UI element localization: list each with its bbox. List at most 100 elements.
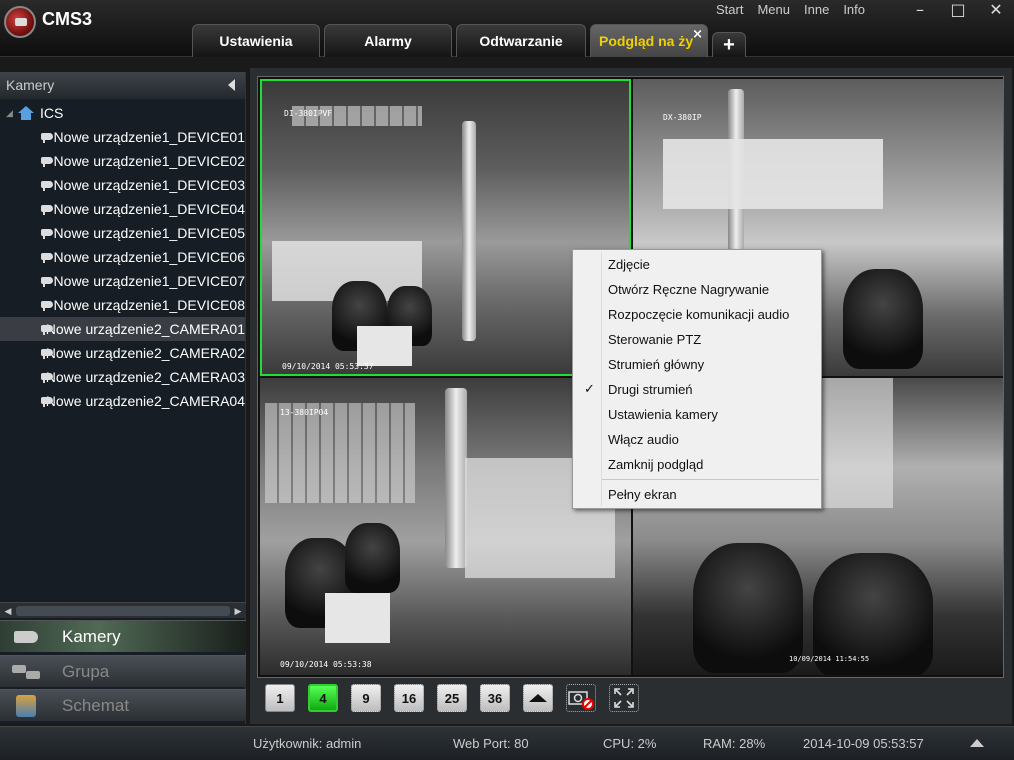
menu-item-label: Zdjęcie bbox=[608, 257, 650, 272]
fullscreen-button[interactable] bbox=[609, 684, 639, 712]
tree-item-camera[interactable]: Nowe urządzenie2_CAMERA01 bbox=[0, 317, 245, 341]
layout-toolbar: 1 4 9 16 25 36 bbox=[257, 680, 1004, 716]
tree-item-label: Nowe urządzenie2_CAMERA03 bbox=[45, 369, 245, 385]
scroll-thumb[interactable] bbox=[16, 606, 230, 616]
menu-item[interactable]: ✓ Drugi strumień bbox=[573, 377, 821, 402]
group-icon bbox=[10, 661, 46, 683]
menu-item[interactable]: Rozpoczęcie komunikacji audio bbox=[573, 302, 821, 327]
tree-item-camera[interactable]: Nowe urządzenie1_DEVICE05 bbox=[0, 221, 245, 245]
scene-table bbox=[325, 593, 390, 643]
scene-chair bbox=[345, 523, 400, 593]
tree-item-label: Nowe urządzenie1_DEVICE06 bbox=[53, 249, 245, 265]
add-tab-button[interactable]: + bbox=[712, 32, 746, 57]
tree-items: Nowe urządzenie1_DEVICE01 Nowe urządzenie… bbox=[0, 125, 245, 413]
menu-item-label: Ustawienia kamery bbox=[608, 407, 718, 422]
nav-grupa-button[interactable]: Grupa bbox=[0, 655, 246, 687]
tree-item-camera[interactable]: Nowe urządzenie1_DEVICE07 bbox=[0, 269, 245, 293]
collapse-arrow-icon[interactable] bbox=[228, 79, 235, 91]
tree-item-camera[interactable]: Nowe urządzenie1_DEVICE04 bbox=[0, 197, 245, 221]
horizontal-scrollbar[interactable]: ◀ ▶ bbox=[0, 602, 246, 618]
tree-item-camera[interactable]: Nowe urządzenie2_CAMERA02 bbox=[0, 341, 245, 365]
tree-item-camera[interactable]: Nowe urządzenie1_DEVICE08 bbox=[0, 293, 245, 317]
camera-icon bbox=[40, 131, 53, 143]
scene-table bbox=[357, 326, 412, 366]
tree-item-label: Nowe urządzenie1_DEVICE02 bbox=[53, 153, 245, 169]
top-menu: Start Menu Inne Info bbox=[716, 2, 865, 17]
close-all-views-button[interactable] bbox=[566, 684, 596, 712]
status-port: Web Port: 80 bbox=[453, 736, 529, 751]
scene-desk bbox=[663, 139, 883, 209]
menu-separator bbox=[601, 479, 819, 480]
camera-name-osd: DI-380IPVF bbox=[284, 109, 333, 118]
layout-9-button[interactable]: 9 bbox=[351, 684, 381, 712]
expand-triangle-icon[interactable]: ◢ bbox=[6, 108, 18, 119]
menu-info[interactable]: Info bbox=[843, 2, 865, 17]
menu-item[interactable]: Strumień główny bbox=[573, 352, 821, 377]
menu-item[interactable]: Sterowanie PTZ bbox=[573, 327, 821, 352]
tab-alarmy[interactable]: Alarmy bbox=[324, 24, 452, 57]
sidebar-title: Kamery bbox=[6, 77, 55, 93]
menu-item[interactable]: Ustawienia kamery bbox=[573, 402, 821, 427]
title-bar: CMS3 Start Menu Inne Info – □ ✕ Ustawien… bbox=[0, 0, 1014, 57]
layout-1-button[interactable]: 1 bbox=[265, 684, 295, 712]
menu-item[interactable]: Zamknij podgląd bbox=[573, 452, 821, 477]
menu-item-label: Zamknij podgląd bbox=[608, 457, 704, 472]
nav-kamery-button[interactable]: Kamery bbox=[0, 620, 246, 652]
scroll-left-icon[interactable]: ◀ bbox=[2, 605, 14, 617]
camera-name-osd: DX-380IP bbox=[663, 113, 702, 122]
camera-icon bbox=[40, 155, 53, 167]
nav-schemat-button[interactable]: Schemat bbox=[0, 689, 246, 721]
maximize-icon[interactable]: □ bbox=[948, 0, 968, 20]
tree-item-label: Nowe urządzenie1_DEVICE08 bbox=[53, 297, 245, 313]
tree-item-camera[interactable]: Nowe urządzenie1_DEVICE01 bbox=[0, 125, 245, 149]
nav-schemat-label: Schemat bbox=[62, 695, 130, 715]
minimize-icon[interactable]: – bbox=[910, 0, 930, 20]
home-icon bbox=[18, 106, 34, 120]
menu-item[interactable]: Otwórz Ręczne Nagrywanie bbox=[573, 277, 821, 302]
layout-36-button[interactable]: 36 bbox=[480, 684, 510, 712]
tree-item-camera[interactable]: Nowe urządzenie1_DEVICE06 bbox=[0, 245, 245, 269]
tree-item-label: Nowe urządzenie1_DEVICE07 bbox=[53, 273, 245, 289]
fullscreen-icon bbox=[614, 688, 634, 708]
camera-icon bbox=[40, 371, 52, 383]
context-menu: Zdjęcie Otwórz Ręczne Nagrywanie Rozpoczęc… bbox=[572, 249, 822, 509]
menu-inne[interactable]: Inne bbox=[804, 2, 829, 17]
tree-item-camera[interactable]: Nowe urządzenie1_DEVICE03 bbox=[0, 173, 245, 197]
scroll-right-icon[interactable]: ▶ bbox=[232, 605, 244, 617]
eject-button[interactable] bbox=[523, 684, 553, 712]
layout-16-button[interactable]: 16 bbox=[394, 684, 424, 712]
tree-root[interactable]: ◢ ICS bbox=[0, 101, 245, 125]
close-icon[interactable]: ✕ bbox=[986, 0, 1006, 20]
camera-icon bbox=[40, 275, 53, 287]
tree-root-label: ICS bbox=[40, 105, 64, 121]
menu-item[interactable]: Włącz audio bbox=[573, 427, 821, 452]
tree-item-camera[interactable]: Nowe urządzenie2_CAMERA03 bbox=[0, 365, 245, 389]
layout-25-button[interactable]: 25 bbox=[437, 684, 467, 712]
expand-up-icon[interactable] bbox=[970, 739, 984, 747]
camera-icon bbox=[40, 227, 53, 239]
app-logo-icon bbox=[4, 6, 36, 38]
triangle-up-icon bbox=[529, 694, 547, 702]
menu-item-label: Strumień główny bbox=[608, 357, 705, 372]
tab-ustawienia[interactable]: Ustawienia bbox=[192, 24, 320, 57]
tree-item-camera[interactable]: Nowe urządzenie2_CAMERA04 bbox=[0, 389, 245, 413]
layout-4-button[interactable]: 4 bbox=[308, 684, 338, 712]
tree-item-label: Nowe urządzenie2_CAMERA02 bbox=[45, 345, 245, 361]
window-controls: – □ ✕ bbox=[910, 0, 1006, 20]
tab-odtwarzanie[interactable]: Odtwarzanie bbox=[456, 24, 586, 57]
tab-close-icon[interactable]: × bbox=[692, 27, 703, 42]
tab-podglad[interactable]: Podgląd na ży × bbox=[590, 24, 708, 57]
menu-item-label: Sterowanie PTZ bbox=[608, 332, 702, 347]
menu-menu[interactable]: Menu bbox=[757, 2, 790, 17]
menu-item-fullscreen[interactable]: Pełny ekran bbox=[573, 482, 821, 507]
camera-time-osd: 09/10/2014 05:53:38 bbox=[280, 660, 372, 669]
menu-item-label: Otwórz Ręczne Nagrywanie bbox=[608, 282, 770, 297]
menu-start[interactable]: Start bbox=[716, 2, 743, 17]
camera-icon bbox=[40, 179, 53, 191]
tree-item-label: Nowe urządzenie1_DEVICE03 bbox=[53, 177, 245, 193]
camera-icon bbox=[40, 299, 53, 311]
status-ram: RAM: 28% bbox=[703, 736, 766, 751]
menu-item[interactable]: Zdjęcie bbox=[573, 252, 821, 277]
scene-chair bbox=[693, 543, 803, 673]
tree-item-camera[interactable]: Nowe urządzenie1_DEVICE02 bbox=[0, 149, 245, 173]
